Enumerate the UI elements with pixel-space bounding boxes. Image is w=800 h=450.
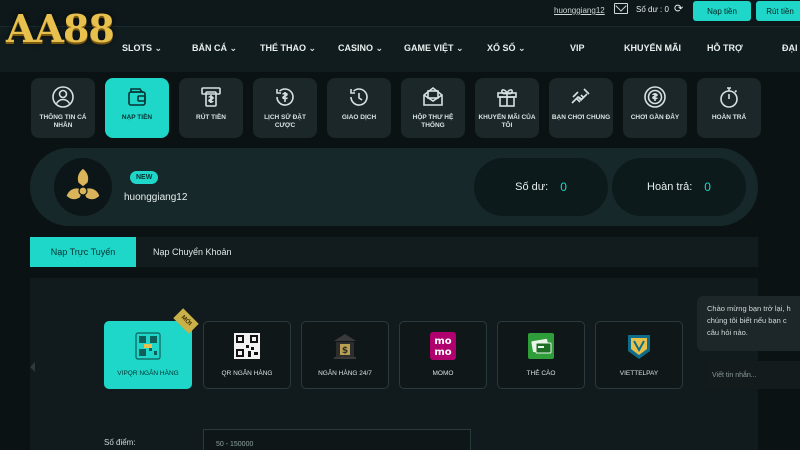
method-qr-bank[interactable]: QR NGÂN HÀNG [203, 321, 291, 389]
chat-line: chúng tôi biết nếu bạn c [707, 316, 787, 325]
momo-icon: mo mo [428, 331, 458, 361]
new-badge: NEW [130, 171, 159, 184]
amount-input[interactable]: 50 - 150000 [203, 429, 471, 450]
nav-item-vip[interactable]: VIP [570, 43, 585, 53]
tile-label: THÔNG TIN CÁ NHÂN [39, 114, 87, 129]
brand-logo[interactable]: AA88 [6, 6, 115, 51]
balance-pill: Số dư: 0 [474, 158, 608, 216]
bet-history-icon [272, 84, 298, 110]
method-label: VIPQR NGÂN HÀNG [117, 370, 179, 377]
trefoil-emblem-icon [65, 167, 101, 201]
rebate-label: Hoàn trả: [647, 181, 693, 193]
avatar [54, 158, 112, 216]
nav-item-ho-tro[interactable]: HỖ TRỢ [707, 43, 743, 53]
tile-my-promotions[interactable]: KHUYẾN MÃI CỦA TÔI [475, 78, 539, 138]
profile-username: huonggiang12 [124, 192, 188, 203]
tile-withdraw[interactable]: RÚT TIỀN [179, 78, 243, 138]
method-label: VIETTELPAY [619, 370, 659, 377]
tile-label: NẠP TIỀN [121, 114, 153, 121]
tile-label: BẠN CHƠI CHUNG [551, 114, 611, 121]
tile-rebate[interactable]: HOÀN TRẢ [697, 78, 761, 138]
handshake-icon [568, 84, 594, 110]
scroll-left-icon[interactable] [30, 362, 35, 372]
wallet-icon [124, 84, 150, 110]
tile-deposit[interactable]: NẠP TIỀN [105, 78, 169, 138]
method-bank-247[interactable]: $ NGÂN HÀNG 24/7 [301, 321, 389, 389]
viettelpay-icon [624, 331, 654, 361]
nav-item-xo-so[interactable]: XỔ SỐ ⌄ [487, 43, 526, 54]
gift-icon [494, 84, 520, 110]
nav-item-dai-ly[interactable]: ĐẠI [782, 43, 798, 53]
qr-code-icon [232, 331, 262, 361]
method-label: NGÂN HÀNG 24/7 [318, 370, 372, 377]
tile-personal-info[interactable]: THÔNG TIN CÁ NHÂN [31, 78, 95, 138]
chat-message-input[interactable]: Viết tin nhắn... [706, 361, 800, 389]
person-icon [50, 84, 76, 110]
method-viettelpay[interactable]: VIETTELPAY [595, 321, 683, 389]
tile-label: KHUYẾN MÃI CỦA TÔI [478, 114, 536, 129]
mail-icon [420, 84, 446, 110]
chat-greeting: Chào mừng bạn trở lại, h chúng tôi biết … [697, 296, 800, 351]
nav-item-the-thao[interactable]: THỂ THAO ⌄ [260, 43, 316, 54]
svg-text:$: $ [342, 346, 348, 356]
tab-online-deposit[interactable]: Nạp Trực Tuyến [30, 237, 136, 267]
tile-label: LỊCH SỬ ĐẶT CƯỢC [264, 114, 306, 129]
tile-label: RÚT TIỀN [196, 114, 226, 121]
tile-label: CHƠI GẦN ĐÂY [630, 114, 680, 121]
nav-item-slots[interactable]: SLOTS ⌄ [122, 43, 162, 54]
tab-bank-transfer[interactable]: Nạp Chuyển Khoản [153, 237, 232, 267]
method-vipqr-bank[interactable]: VIPQR NGÂN HÀNG [104, 321, 192, 389]
scratch-card-icon [526, 331, 556, 361]
tile-label: HỘP THƯ HỆ THỐNG [412, 114, 454, 129]
tile-friends[interactable]: BẠN CHƠI CHUNG [549, 78, 613, 138]
deposit-tabs: Nạp Trực Tuyến Nạp Chuyển Khoản [30, 237, 758, 267]
mail-icon[interactable] [614, 3, 628, 14]
username-link[interactable]: huonggiang12 [554, 6, 605, 15]
profile-card: NEW huonggiang12 Số dư: 0 Hoàn trả: 0 [30, 148, 758, 226]
nav-item-ban-ca[interactable]: BẮN CÁ ⌄ [192, 43, 237, 54]
tile-recent-games[interactable]: CHƠI GẦN ĐÂY [623, 78, 687, 138]
nav-item-game-viet[interactable]: GAME VIỆT ⌄ [404, 43, 464, 54]
method-label: MOMO [432, 370, 454, 377]
method-scratch-card[interactable]: THẺ CÀO [497, 321, 585, 389]
svg-text:mo: mo [434, 347, 451, 358]
withdraw-button[interactable]: Rút tiền [756, 1, 800, 21]
transaction-history-icon [346, 84, 372, 110]
refresh-icon[interactable]: ⟳ [674, 2, 683, 15]
withdraw-icon [198, 84, 224, 110]
tile-label: GIAO DỊCH [341, 114, 377, 121]
tile-bet-history[interactable]: LỊCH SỬ ĐẶT CƯỢC [253, 78, 317, 138]
method-label: QR NGÂN HÀNG [221, 370, 273, 377]
nav-item-khuyen-mai[interactable]: KHUYẾN MÃI [624, 43, 681, 53]
bank-icon: $ [330, 331, 360, 361]
main-nav: SLOTS ⌄ BẮN CÁ ⌄ THỂ THAO ⌄ CASINO ⌄ GAM… [0, 26, 800, 72]
stopwatch-icon [716, 84, 742, 110]
coin-icon [642, 84, 668, 110]
svg-text:mo: mo [434, 336, 451, 347]
chat-line: câu hỏi nào. [707, 328, 748, 337]
top-balance: Số dư : 0 [636, 5, 669, 14]
vip-qr-icon [133, 331, 163, 361]
rebate-value: 0 [704, 180, 711, 194]
tile-transactions[interactable]: GIAO DỊCH [327, 78, 391, 138]
deposit-button[interactable]: Nạp tiền [693, 1, 751, 21]
balance-label: Số dư: [515, 181, 549, 193]
nav-item-casino[interactable]: CASINO ⌄ [338, 43, 383, 54]
balance-value: 0 [560, 180, 567, 194]
rebate-pill: Hoàn trả: 0 [612, 158, 746, 216]
chat-line: Chào mừng bạn trở lại, h [707, 304, 791, 313]
tile-system-mail[interactable]: HỘP THƯ HỆ THỐNG [401, 78, 465, 138]
tile-label: HOÀN TRẢ [711, 114, 747, 121]
top-bar: huonggiang12 Số dư : 0 ⟳ Nạp tiền Rút ti… [0, 0, 800, 26]
method-momo[interactable]: mo mo MOMO [399, 321, 487, 389]
method-label: THẺ CÀO [526, 370, 556, 377]
account-menu: THÔNG TIN CÁ NHÂN NẠP TIỀN RÚT TIỀN LỊCH… [0, 76, 800, 142]
amount-label: Số điểm: [104, 438, 136, 447]
